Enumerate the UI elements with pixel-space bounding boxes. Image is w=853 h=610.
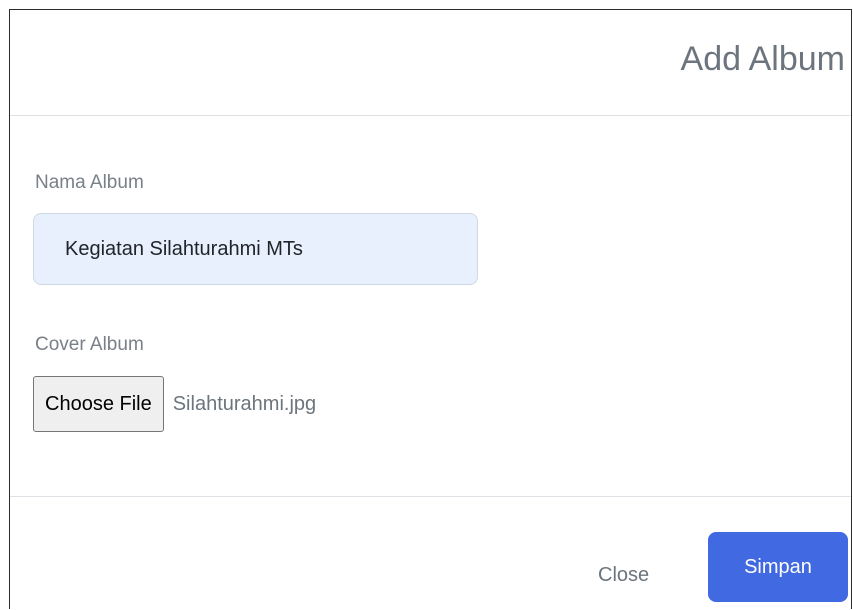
choose-file-button[interactable]: Choose File	[33, 376, 164, 432]
modal-footer: Close Simpan	[10, 496, 851, 610]
nama-album-label: Nama Album	[35, 172, 144, 193]
modal-body: Nama Album Cover Album Choose File Silah…	[10, 116, 851, 496]
close-button[interactable]: Close	[588, 545, 659, 605]
selected-file-name: Silahturahmi.jpg	[172, 392, 317, 415]
save-button[interactable]: Simpan	[708, 532, 848, 602]
nama-album-input[interactable]	[33, 213, 478, 285]
cover-album-file-input[interactable]: Choose File Silahturahmi.jpg	[33, 376, 316, 432]
add-album-modal: Add Album Nama Album Cover Album Choose …	[9, 9, 852, 609]
modal-header: Add Album	[10, 10, 851, 116]
cover-album-label: Cover Album	[35, 334, 144, 355]
modal-title: Add Album	[680, 40, 845, 78]
